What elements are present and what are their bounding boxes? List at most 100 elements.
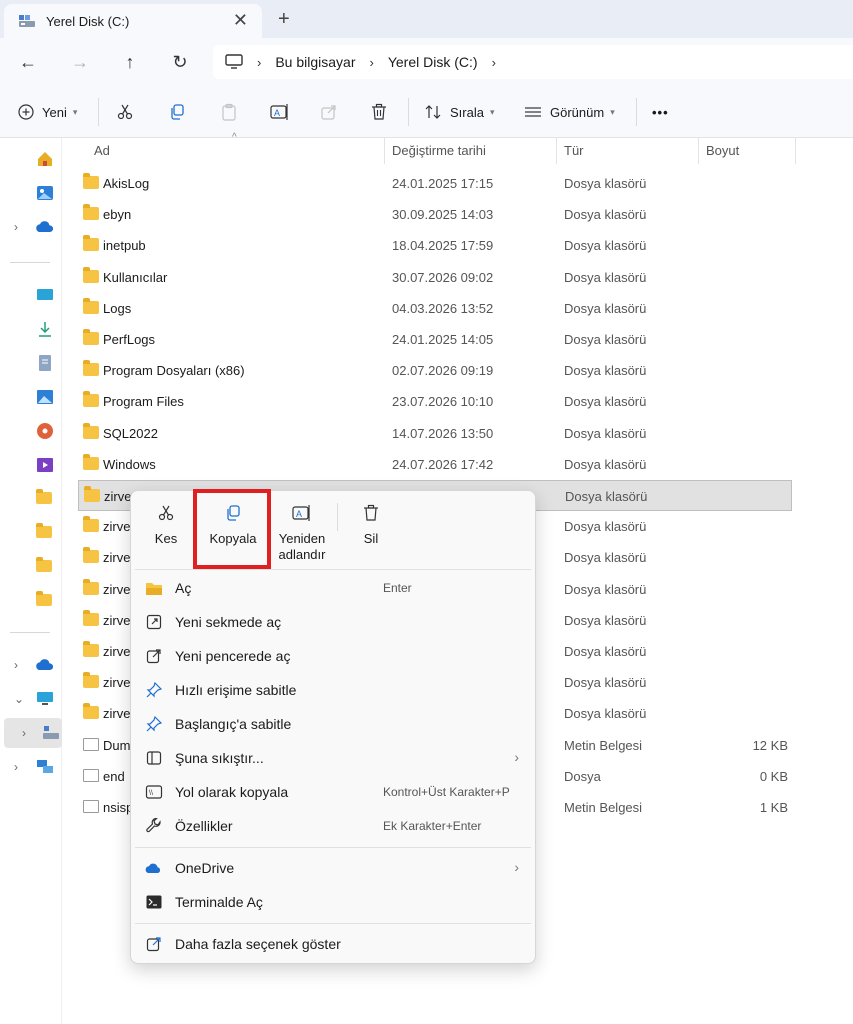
breadcrumb-local-disk[interactable]: Yerel Disk (C:) (388, 54, 478, 70)
column-date[interactable]: Değiştirme tarihi (392, 143, 486, 158)
divider (408, 98, 409, 126)
up-button[interactable]: ↑ (118, 50, 142, 74)
column-divider[interactable] (384, 138, 385, 164)
menu-item-pin-quick-access[interactable]: Hızlı erişime sabitle (131, 673, 535, 707)
expand-arrow-icon[interactable]: › (22, 726, 26, 740)
folder-icon[interactable] (36, 489, 52, 504)
folder-row[interactable]: Logs 04.03.2026 13:52 Dosya klasörü (78, 293, 792, 324)
delete-label: Sil (363, 531, 379, 546)
this-pc-icon[interactable] (36, 690, 54, 708)
share-icon (321, 105, 336, 120)
collapse-arrow-icon[interactable]: ⌄ (14, 692, 24, 706)
desktop-icon[interactable] (36, 286, 54, 304)
folder-icon (84, 486, 100, 502)
paste-button[interactable] (220, 100, 238, 124)
menu-divider (135, 569, 531, 570)
delete-button[interactable] (370, 100, 388, 124)
menu-item-open-new-tab[interactable]: Yeni sekmede aç (131, 605, 535, 639)
new-tab-button[interactable]: + (278, 8, 290, 31)
onedrive-icon[interactable] (36, 656, 54, 674)
copy-button[interactable] (168, 100, 186, 124)
chevron-right-icon: › (514, 749, 519, 765)
menu-item-open-new-window[interactable]: Yeni pencerede aç (131, 639, 535, 673)
rename-button[interactable]: A (270, 100, 290, 124)
share-button[interactable] (320, 100, 338, 124)
column-type[interactable]: Tür (564, 143, 584, 158)
menu-item-more-options[interactable]: Daha fazla seçenek göster (131, 927, 535, 961)
folder-icon[interactable] (36, 557, 52, 572)
cell-name: inetpub (103, 238, 146, 253)
back-button[interactable]: ← (16, 50, 40, 74)
cell-type: Dosya klasörü (564, 332, 647, 347)
pictures-icon[interactable] (36, 388, 54, 406)
delete-action[interactable]: Sil (347, 491, 395, 569)
cell-type: Dosya klasörü (564, 644, 647, 659)
copy-icon (171, 104, 184, 120)
cell-type: Metin Belgesi (564, 738, 643, 753)
home-icon[interactable] (36, 150, 54, 168)
folder-row[interactable]: Kullanıcılar 30.07.2026 09:02 Dosya klasör… (78, 262, 792, 293)
folder-row[interactable]: Program Files 23.07.2026 10:10 Dosya klasö… (78, 386, 792, 417)
column-size[interactable]: Boyut (706, 143, 739, 158)
cell-date: 02.07.2026 09:19 (392, 363, 494, 378)
documents-icon[interactable] (36, 354, 54, 372)
network-icon[interactable] (36, 758, 54, 776)
column-divider[interactable] (556, 138, 557, 164)
folder-row[interactable]: ebyn 30.09.2025 14:03 Dosya klasörü (78, 199, 792, 230)
tab-yerel-disk[interactable]: Yerel Disk (C:) ✕ (4, 4, 262, 38)
chevron-down-icon: ▾ (72, 106, 78, 117)
onedrive-icon[interactable] (36, 218, 54, 236)
expand-arrow-icon[interactable]: › (14, 220, 18, 234)
folder-row[interactable]: SQL2022 14.07.2026 13:50 Dosya klasörü (78, 418, 792, 449)
folder-row[interactable]: inetpub 18.04.2025 17:59 Dosya klasörü (78, 230, 792, 261)
cut-label: Kes (154, 531, 178, 546)
menu-item-copy-as-path[interactable]: \\ Yol olarak kopyala Kontrol+Üst Karakt… (131, 775, 535, 809)
cut-action[interactable]: Kes (141, 491, 191, 569)
close-tab-icon[interactable]: ✕ (233, 11, 248, 29)
menu-item-pin-start[interactable]: Başlangıç'a sabitle (131, 707, 535, 741)
expand-arrow-icon[interactable]: › (14, 658, 18, 672)
cell-name: zirve (103, 675, 131, 690)
folder-icon (83, 547, 99, 563)
view-button[interactable]: Görünüm ▾ (524, 100, 615, 124)
new-button[interactable]: Yeni ▾ (18, 100, 77, 124)
menu-item-onedrive[interactable]: OneDrive › (131, 851, 535, 885)
menu-item-open[interactable]: Aç Enter (131, 571, 535, 605)
menu-item-open-terminal[interactable]: Terminalde Aç (131, 885, 535, 919)
cell-date: 23.07.2026 10:10 (392, 394, 494, 409)
folder-icon[interactable] (36, 591, 52, 606)
column-name[interactable]: Ad (94, 143, 110, 158)
menu-item-properties[interactable]: Özellikler Ek Karakter+Enter (131, 809, 535, 843)
videos-icon[interactable] (36, 456, 54, 474)
music-icon[interactable] (36, 422, 54, 440)
divider (636, 98, 637, 126)
cell-date: 04.03.2026 13:52 (392, 301, 494, 316)
downloads-icon[interactable] (36, 320, 54, 338)
folder-row[interactable]: Program Dosyaları (x86) 02.07.2026 09:19 D… (78, 355, 792, 386)
cell-date: 24.07.2026 17:42 (392, 457, 494, 472)
folder-row[interactable]: PerfLogs 24.01.2025 14:05 Dosya klasörü (78, 324, 792, 355)
forward-button[interactable]: → (68, 50, 92, 74)
folder-icon[interactable] (36, 523, 52, 538)
folder-row[interactable]: Windows 24.07.2026 17:42 Dosya klasörü (78, 449, 792, 480)
breadcrumb-this-pc[interactable]: Bu bilgisayar (275, 54, 355, 70)
more-options-button[interactable]: ••• (652, 100, 669, 124)
gallery-icon[interactable] (36, 184, 54, 202)
menu-divider (135, 923, 531, 924)
refresh-button[interactable]: ↻ (168, 50, 192, 74)
rename-action[interactable]: A Yeniden adlandır (273, 491, 331, 569)
menu-divider (135, 847, 531, 848)
breadcrumb-separator[interactable]: › (492, 55, 496, 70)
menu-item-compress[interactable]: Şuna sıkıştır... › (131, 741, 535, 775)
column-divider[interactable] (698, 138, 699, 164)
address-bar[interactable]: › Bu bilgisayar › Yerel Disk (C:) › (213, 45, 853, 79)
cut-button[interactable] (116, 100, 134, 124)
folder-row[interactable]: AkisLog 24.01.2025 17:15 Dosya klasörü (78, 168, 792, 199)
expand-arrow-icon[interactable]: › (14, 760, 18, 774)
column-divider[interactable] (795, 138, 796, 164)
cell-date: 30.07.2026 09:02 (392, 270, 494, 285)
drive-icon[interactable] (42, 724, 60, 742)
cell-type: Dosya klasörü (564, 176, 647, 191)
sort-button[interactable]: Sırala ▾ (424, 100, 495, 124)
column-header-row: ^ Ad Değiştirme tarihi Tür Boyut (78, 132, 796, 164)
